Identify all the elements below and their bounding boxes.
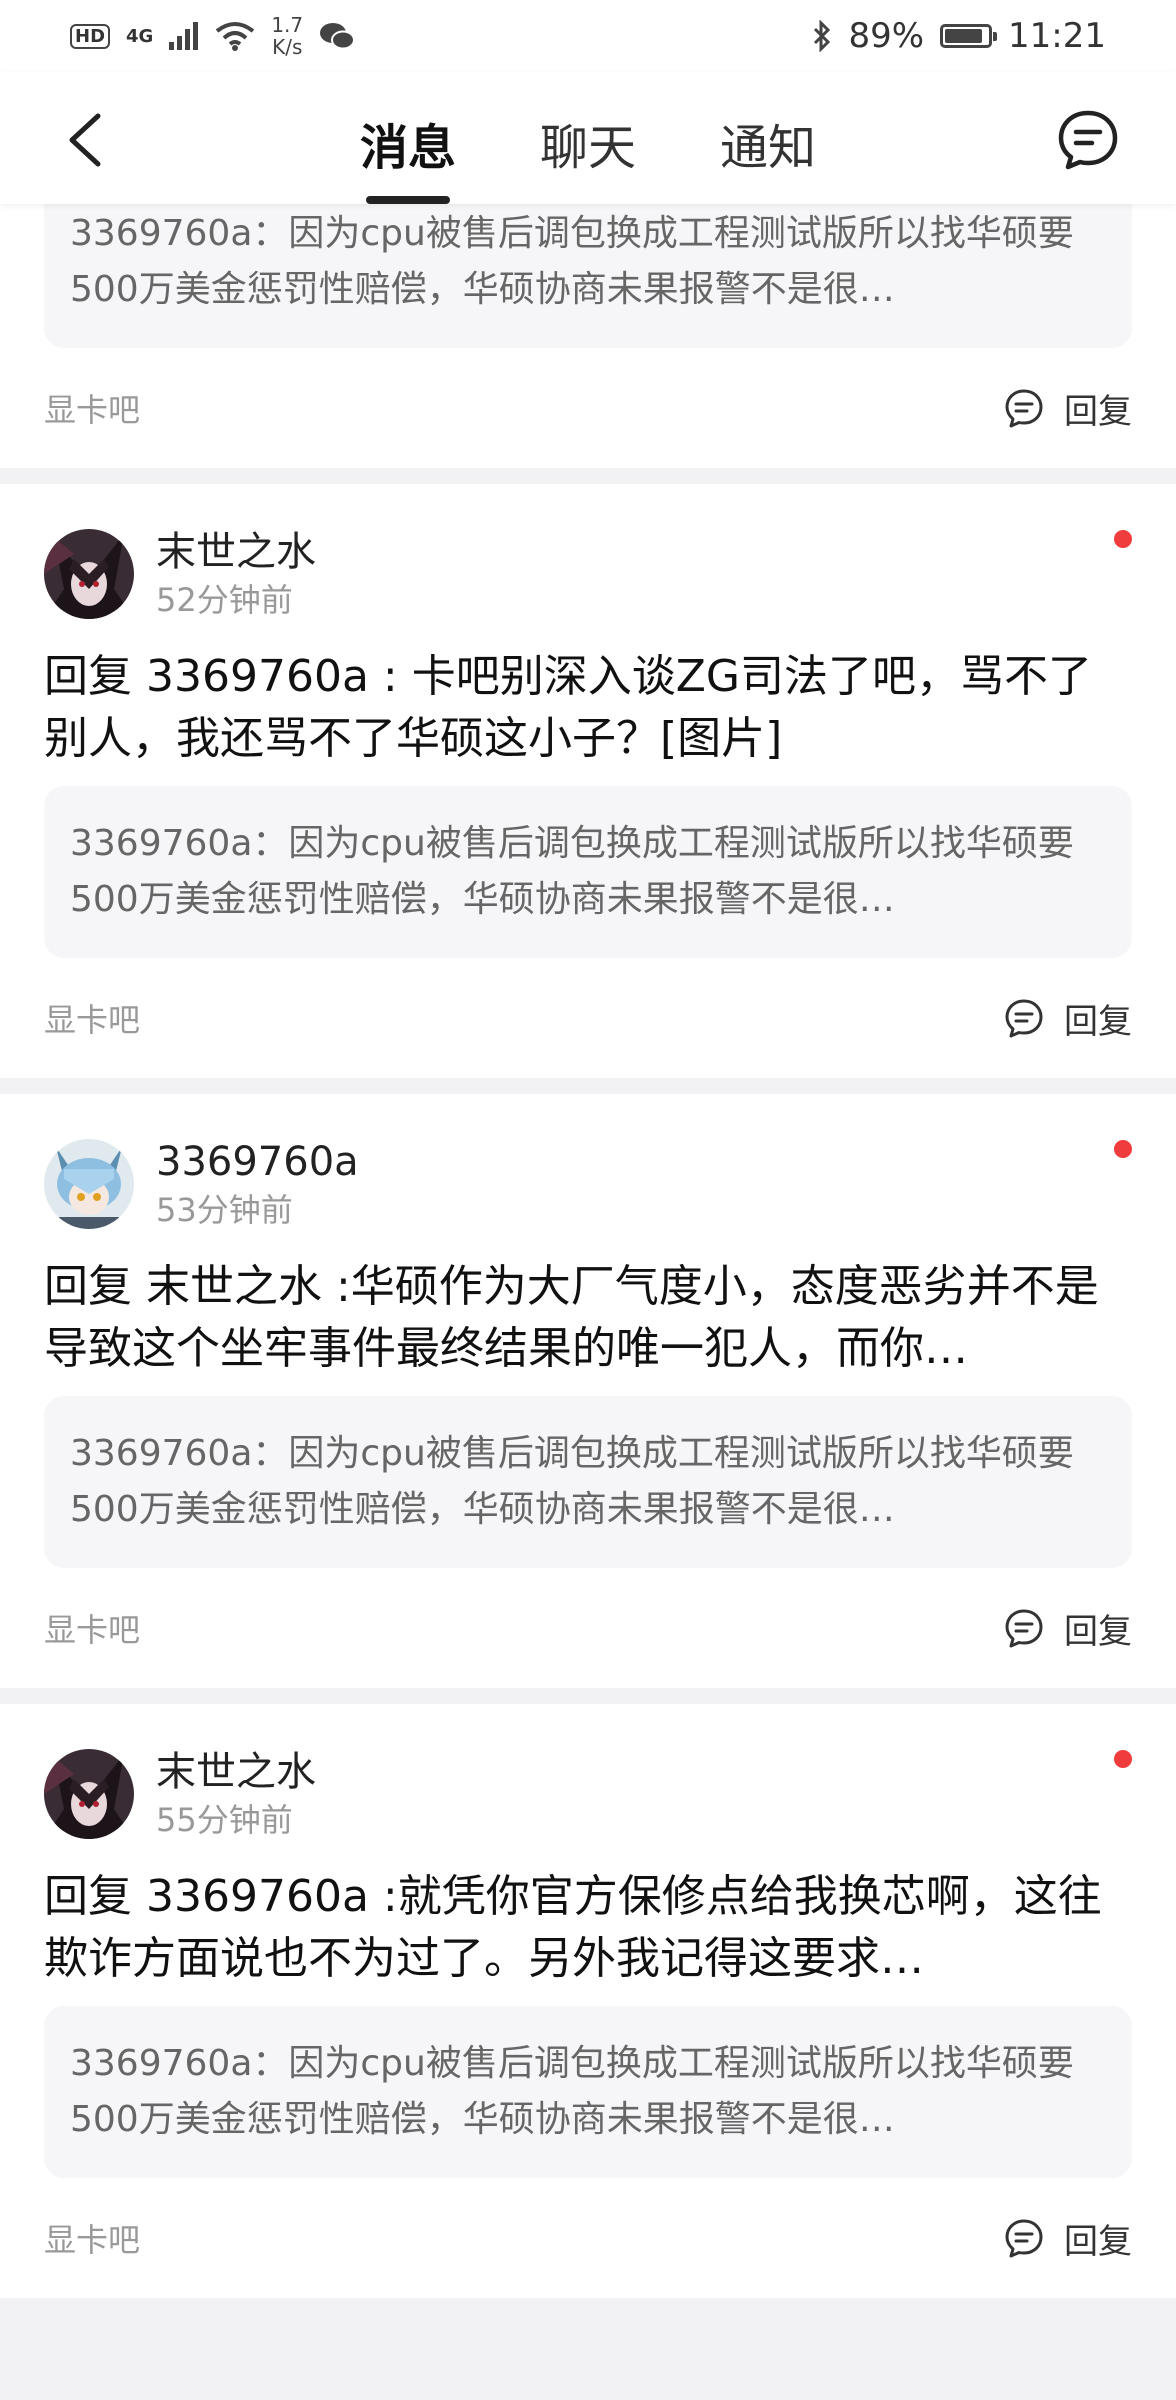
hd-badge: HD — [70, 23, 111, 49]
quoted-post[interactable]: 3369760a：因为cpu被售后调包换成工程测试版所以找华硕要500万美金惩罚… — [44, 2006, 1132, 2178]
signal-icon — [169, 22, 199, 50]
user-row: 3369760a 53分钟前 — [44, 1094, 1132, 1232]
timestamp: 52分钟前 — [156, 581, 293, 619]
battery-icon — [940, 24, 998, 48]
tab-notifications[interactable]: 通知 — [720, 72, 816, 204]
unread-dot — [1114, 530, 1132, 548]
quoted-text: 3369760a：因为cpu被售后调包换成工程测试版所以找华硕要500万美金惩罚… — [70, 2043, 1074, 2140]
card-footer: 显卡吧 回复 — [44, 348, 1132, 468]
message-card[interactable]: 3369760a 53分钟前 回复 末世之水 :华硕作为大厂气度小，态度恶劣并不… — [0, 1094, 1176, 1688]
card-footer: 显卡吧 回复 — [44, 1568, 1132, 1688]
reply-content[interactable]: 回复 3369760a : 卡吧别深入谈ZG司法了吧，骂不了别人，我还骂不了华硕… — [44, 646, 1132, 770]
clock: 11:21 — [1008, 16, 1106, 56]
user-meta: 3369760a 53分钟前 — [156, 1136, 359, 1232]
timestamp: 53分钟前 — [156, 1191, 293, 1229]
wechat-icon — [320, 23, 356, 50]
quoted-post[interactable]: 3369760a：因为cpu被售后调包换成工程测试版所以找华硕要500万美金惩罚… — [44, 786, 1132, 958]
reply-label: 回复 — [1064, 2221, 1132, 2262]
username[interactable]: 3369760a — [156, 1136, 359, 1188]
comment-icon — [1005, 999, 1043, 1038]
chat-bubble-icon[interactable] — [1056, 108, 1120, 172]
user-meta: 末世之水 55分钟前 — [156, 1746, 316, 1842]
card-footer: 显卡吧 回复 — [44, 958, 1132, 1078]
speed-value: 1.7 — [271, 13, 304, 37]
avatar[interactable] — [44, 529, 134, 619]
reply-content[interactable]: 回复 3369760a :就凭你官方保修点给我换芯啊，这往欺诈方面说也不为过了。… — [44, 1866, 1132, 1990]
avatar[interactable] — [44, 1749, 134, 1839]
bluetooth-icon — [814, 20, 831, 52]
battery-percent: 89% — [848, 16, 925, 56]
message-card[interactable]: 末世之水 52分钟前 回复 3369760a : 卡吧别深入谈ZG司法了吧，骂不… — [0, 484, 1176, 1078]
timestamp: 55分钟前 — [156, 1801, 293, 1839]
comment-icon — [1005, 1609, 1043, 1648]
speed-unit: K/s — [272, 35, 303, 59]
reply-label: 回复 — [1064, 1611, 1132, 1652]
quoted-text: 3369760a：因为cpu被售后调包换成工程测试版所以找华硕要500万美金惩罚… — [70, 1433, 1074, 1530]
battery-fill — [945, 29, 982, 43]
quoted-post[interactable]: 3369760a：因为cpu被售后调包换成工程测试版所以找华硕要500万美金惩罚… — [44, 1396, 1132, 1568]
reply-button[interactable]: 回复 — [1004, 994, 1132, 1043]
reply-button[interactable]: 回复 — [1004, 2214, 1132, 2263]
status-bar: HD 4G 1.7 K/s 89% 11:21 — [0, 0, 1176, 72]
network-speed: 1.7 K/s — [271, 14, 303, 58]
user-row: 末世之水 55分钟前 — [44, 1704, 1132, 1842]
reply-label: 回复 — [1064, 1001, 1132, 1042]
username[interactable]: 末世之水 — [156, 1746, 316, 1798]
reply-content[interactable]: 回复 末世之水 :华硕作为大厂气度小，态度恶劣并不是导致这个坐牢事件最终结果的唯… — [44, 1256, 1132, 1380]
quoted-text: 3369760a：因为cpu被售后调包换成工程测试版所以找华硕要500万美金惩罚… — [70, 213, 1074, 310]
username[interactable]: 末世之水 — [156, 526, 316, 578]
card-footer: 显卡吧 回复 — [44, 2178, 1132, 2298]
quoted-text: 3369760a：因为cpu被售后调包换成工程测试版所以找华硕要500万美金惩罚… — [70, 823, 1074, 920]
reply-label: 回复 — [1064, 391, 1132, 432]
comment-icon — [1005, 2219, 1043, 2258]
tab-messages[interactable]: 消息 — [360, 72, 456, 204]
comment-icon — [1005, 389, 1043, 428]
forum-name[interactable]: 显卡吧 — [44, 2215, 140, 2261]
network-label: 4G — [126, 25, 154, 47]
reply-button[interactable]: 回复 — [1004, 384, 1132, 433]
status-left: HD 4G 1.7 K/s — [70, 14, 356, 58]
message-list: 3369760a：因为cpu被售后调包换成工程测试版所以找华硕要500万美金惩罚… — [0, 204, 1176, 2298]
avatar[interactable] — [44, 1139, 134, 1229]
reply-button[interactable]: 回复 — [1004, 1604, 1132, 1653]
wifi-icon — [216, 22, 255, 51]
header: 消息 聊天 通知 — [0, 72, 1176, 204]
status-right: 89% 11:21 — [812, 16, 1106, 56]
tab-bar: 消息 聊天 通知 — [0, 72, 1176, 204]
unread-dot — [1114, 1140, 1132, 1158]
user-meta: 末世之水 52分钟前 — [156, 526, 316, 622]
quoted-post[interactable]: 3369760a：因为cpu被售后调包换成工程测试版所以找华硕要500万美金惩罚… — [44, 204, 1132, 348]
user-row: 末世之水 52分钟前 — [44, 484, 1132, 622]
unread-dot — [1114, 1750, 1132, 1768]
message-card[interactable]: 3369760a：因为cpu被售后调包换成工程测试版所以找华硕要500万美金惩罚… — [0, 204, 1176, 468]
tab-chat[interactable]: 聊天 — [540, 72, 636, 204]
forum-name[interactable]: 显卡吧 — [44, 995, 140, 1041]
message-card[interactable]: 末世之水 55分钟前 回复 3369760a :就凭你官方保修点给我换芯啊，这往… — [0, 1704, 1176, 2298]
forum-name[interactable]: 显卡吧 — [44, 385, 140, 431]
forum-name[interactable]: 显卡吧 — [44, 1605, 140, 1651]
